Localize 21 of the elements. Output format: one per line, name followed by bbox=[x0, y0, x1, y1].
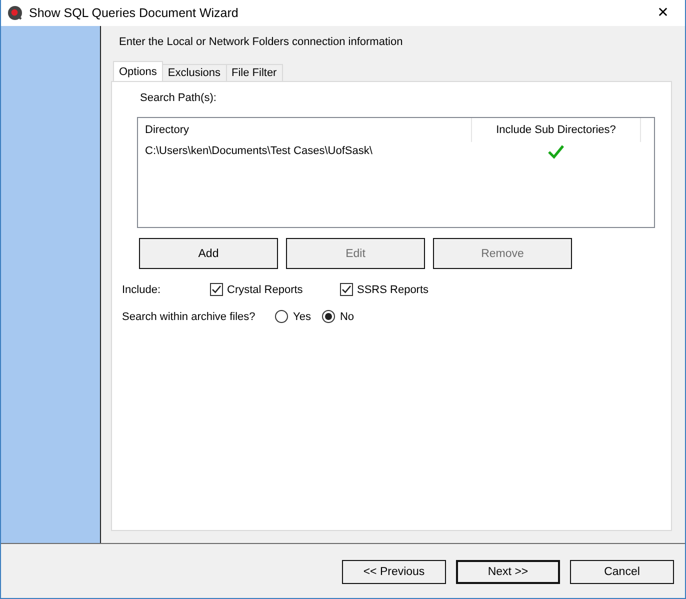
radio-button[interactable]: No bbox=[322, 310, 354, 323]
archive-label: Search within archive files? bbox=[122, 310, 256, 322]
column-header[interactable]: Directory bbox=[138, 118, 472, 142]
radio-button[interactable]: Yes bbox=[275, 310, 311, 323]
footer-button[interactable]: Next >> bbox=[456, 560, 560, 584]
checkbox[interactable]: SSRS Reports bbox=[340, 283, 470, 296]
tab[interactable]: File Filter bbox=[226, 64, 283, 81]
checkbox[interactable]: Crystal Reports bbox=[210, 283, 340, 296]
footer-button[interactable]: << Previous bbox=[342, 560, 446, 584]
column-header[interactable]: Include Sub Directories? bbox=[472, 118, 641, 142]
app-logo-icon bbox=[7, 5, 23, 21]
include-label: Include: bbox=[122, 284, 162, 296]
checkmark-icon bbox=[341, 284, 352, 295]
table-cell-text: C:\Users\ken\Documents\Test Cases\UofSask\ bbox=[144, 145, 374, 157]
footer-button[interactable]: Cancel bbox=[570, 560, 674, 584]
search-paths-label: Search Path(s): bbox=[140, 92, 218, 104]
window-title: Show SQL Queries Document Wizard bbox=[29, 6, 238, 20]
instruction-text: Enter the Local or Network Folders connection information bbox=[119, 36, 404, 48]
tab[interactable]: Options bbox=[113, 61, 163, 81]
checkmark-icon bbox=[211, 284, 222, 295]
path-button[interactable]: Add bbox=[139, 238, 278, 269]
